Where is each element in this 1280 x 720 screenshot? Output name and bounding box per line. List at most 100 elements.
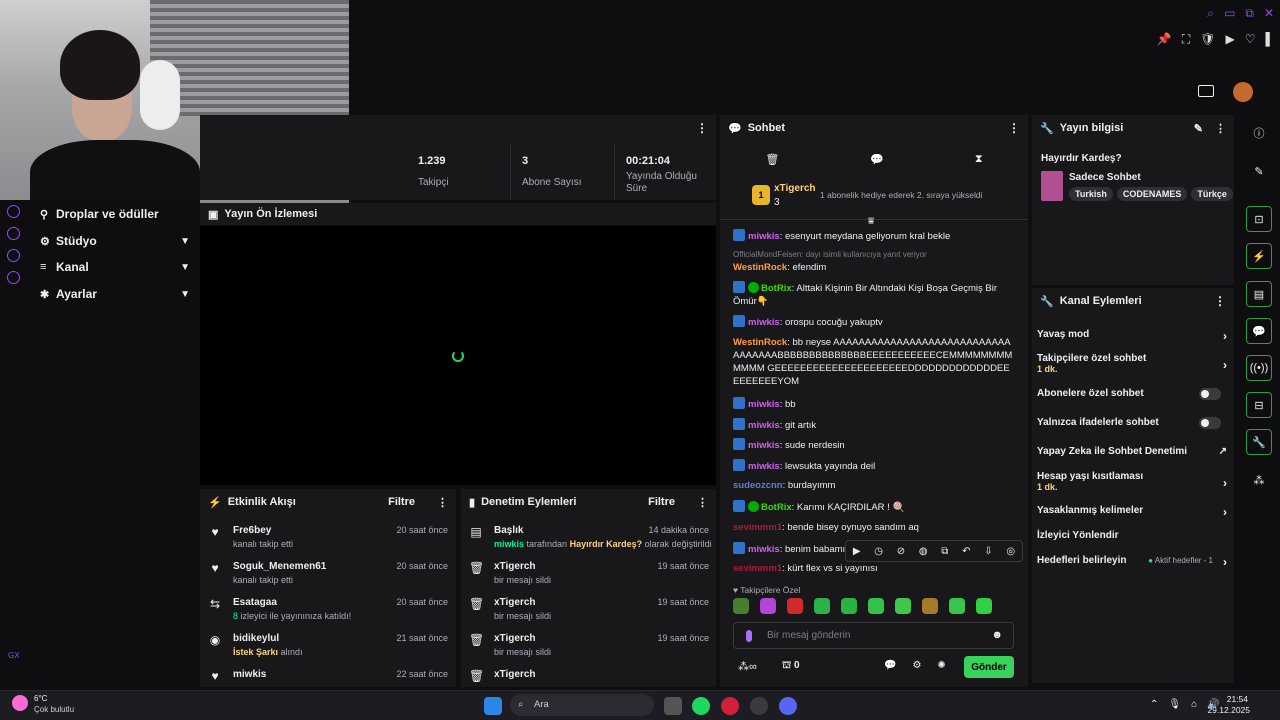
action-goals[interactable]: Hedefleri belirleyin ● Aktif hedefler - 1… [1037,555,1227,569]
more-icon[interactable]: ⋮ [1214,294,1226,308]
settings-icon[interactable] [7,271,20,284]
mic-icon[interactable] [746,630,752,642]
emote[interactable] [787,598,803,614]
play-icon[interactable]: ▶ [1225,32,1234,47]
network-icon[interactable]: ⌂ [1191,699,1197,710]
shield-icon[interactable]: 🛡 [1200,32,1215,47]
layout-icon[interactable]: ⊟ [1246,392,1272,418]
action-banned-words[interactable]: Yasaklanmış kelimeler › [1037,505,1227,519]
chat-username[interactable]: BotRix [761,283,792,294]
play-icon[interactable]: ▶ [853,546,861,557]
emote[interactable] [895,598,911,614]
bubble-icon[interactable]: 💬 [870,153,884,166]
chat-username[interactable]: BotRix [761,502,792,513]
chat-message[interactable]: miwkis: lewsukta yayında deil [733,459,1013,473]
undo-icon[interactable]: ↶ [962,546,970,557]
sidebar-item-channel[interactable]: ≡ Kanal ▼ [40,256,190,278]
sidebar-icon[interactable]: ▌ [1265,32,1274,47]
chat-username[interactable]: miwkis [748,231,780,242]
emote[interactable] [976,598,992,614]
tag[interactable]: Turkish [1069,187,1113,201]
chat-icon[interactable]: 💬 [1246,318,1272,344]
sidebar-item-studio[interactable]: ⚙ Stüdyo ▼ [40,230,190,252]
points-display[interactable]: ⛫ 0 [782,660,800,673]
chat-username[interactable]: miwkis [748,317,780,328]
close-icon[interactable]: ✕ [1264,6,1274,21]
sidebar-item-drops[interactable]: ⚲ Droplar ve ödüller [40,203,190,225]
emote[interactable] [733,598,749,614]
info-icon[interactable]: ⓘ [1246,120,1272,146]
gear-icon[interactable]: ⚙ [912,660,921,671]
emote[interactable] [841,598,857,614]
drops-icon[interactable] [7,205,20,218]
chat-message[interactable]: miwkis: sude nerdesin [733,438,1013,452]
tag[interactable]: Türkçe [1191,187,1233,201]
chat-message[interactable]: BotRix: Alttaki Kişinin Bir Altındaki Ki… [733,281,1013,308]
chat-message[interactable]: OfficialMondFeisen: dayı isimli kullanıc… [733,248,1013,274]
heart-icon[interactable]: ♡ [1245,32,1256,47]
wrench-icon[interactable]: 🔧 [1246,429,1272,455]
extensions-icon[interactable]: ⁂ [1246,467,1272,493]
note-icon[interactable]: ▤ [1246,281,1272,307]
trash-icon[interactable]: 🗑 [765,153,779,166]
minimize-icon[interactable]: ▭ [1224,6,1235,21]
broadcast-icon[interactable]: ((•)) [1246,355,1272,381]
chat-username[interactable]: miwkis [748,461,780,472]
chat-username[interactable]: WestinRock [733,337,787,348]
mic-icon[interactable]: 🎙 [1168,699,1181,710]
edit-icon[interactable]: ✎ [1246,158,1272,184]
theatre-icon[interactable] [1198,85,1214,97]
weather-icon[interactable] [12,695,28,711]
tag[interactable]: CODENAMES [1116,187,1188,201]
pin-icon[interactable]: ⇩ [984,546,992,557]
timeout-icon[interactable]: ◷ [874,546,883,557]
toggle-switch[interactable] [1199,388,1221,400]
filter-button[interactable]: Filtre [388,496,415,508]
chat-username[interactable]: sevimmm1 [733,563,782,574]
chat-message[interactable]: miwkis: orospu cocuğu yakuptv [733,315,1013,329]
chat-message[interactable]: sevimmm1: kürt flex vs si yayınısı [733,562,1013,575]
spotify-icon[interactable] [692,697,710,715]
chat-message[interactable]: miwkis: bb [733,397,1013,411]
infinity-icon[interactable]: ⁂∞ [738,660,757,673]
sparkle-icon[interactable]: ✺ [937,660,945,671]
filter-button[interactable]: Filtre [648,496,675,508]
chat-message[interactable]: WestinRock: bb neyse AAAAAAAAAAAAAAAAAAA… [733,336,1013,388]
avatar[interactable] [1233,82,1253,102]
more-icon[interactable]: ⋮ [1008,121,1020,135]
bolt-icon[interactable]: ⚡ [1246,243,1272,269]
toggle-switch[interactable] [1199,417,1221,429]
snapshot-icon[interactable]: ⛶ [1182,32,1190,47]
emote[interactable] [868,598,884,614]
emote[interactable] [949,598,965,614]
chevron-up-icon[interactable]: ⌃ [1150,699,1158,710]
more-icon[interactable]: ⋮ [1215,122,1226,135]
start-icon[interactable] [484,697,502,715]
chat-username[interactable]: sudeozcnn [733,480,783,491]
search-input[interactable]: ⌕ Ara [510,694,654,716]
scroll-icon[interactable]: ◎ [1006,546,1015,557]
emote[interactable] [760,598,776,614]
hide-icon[interactable]: ⊘ [897,546,905,557]
sidebar-item-settings[interactable]: ✱ Ayarlar ▼ [40,283,190,305]
edit-icon[interactable]: ✎ [1194,122,1203,135]
files-icon[interactable] [664,697,682,715]
search-icon[interactable]: ⌕ [1207,6,1214,21]
emote[interactable] [814,598,830,614]
hourglass-icon[interactable]: ⧗ [975,153,983,166]
send-button[interactable]: Gönder [964,656,1014,678]
target-icon[interactable]: ⊡ [1246,206,1272,232]
action-raid[interactable]: İzleyici Yönlendir [1037,530,1227,541]
opera-icon[interactable] [721,697,739,715]
action-follower-chat[interactable]: Takipçilere özel sohbet 1 dk. › [1037,353,1227,374]
chat-username[interactable]: miwkis [748,440,780,451]
chat-username[interactable]: sevimmm1 [733,522,782,533]
chat-message[interactable]: BotRix: Karımı KAÇIRDILAR ! 🍭 [733,500,1013,514]
action-ai-moderation[interactable]: Yapay Zeka ile Sohbet Denetimi ↗ [1037,446,1227,457]
chat-input[interactable]: Bir mesaj gönderin ☻ [733,622,1014,649]
pin-icon[interactable]: 📌 [1157,32,1172,47]
emote[interactable] [922,598,938,614]
reply-icon[interactable]: ◍ [919,546,928,557]
bubble-icon[interactable]: 💬 [884,660,896,671]
chat-message[interactable]: miwkis: git artık [733,418,1013,432]
